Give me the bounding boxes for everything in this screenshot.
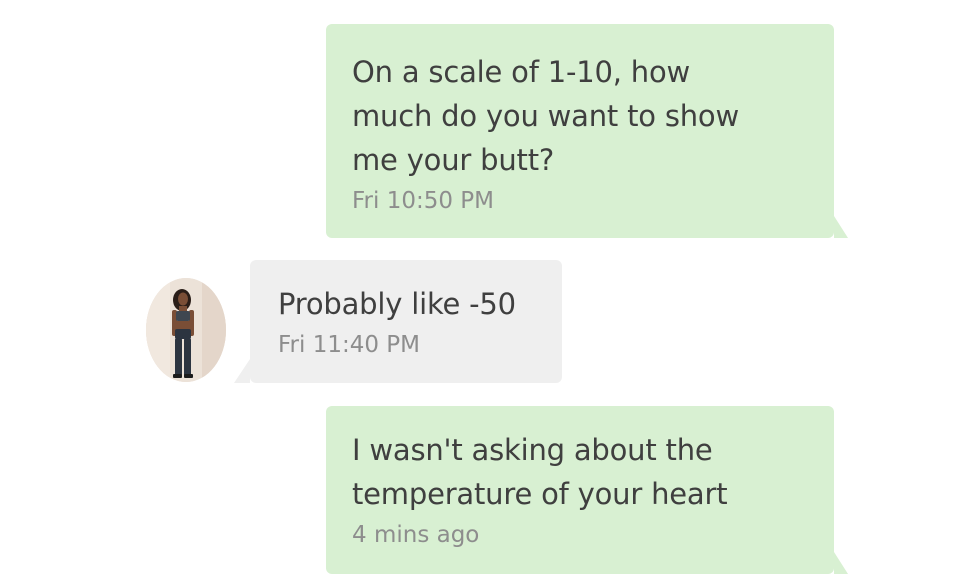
bubble-tail	[234, 359, 250, 383]
avatar-photo-icon	[146, 278, 226, 382]
received-message-bubble[interactable]: Probably like -50 Fri 11:40 PM	[234, 260, 562, 383]
message-text: Probably like -50	[278, 287, 516, 321]
message-text: On a scale of 1-10, how much do you want…	[352, 55, 739, 177]
bubble-tail	[834, 216, 848, 238]
contact-avatar[interactable]	[146, 278, 226, 382]
sent-message-bubble[interactable]: On a scale of 1-10, how much do you want…	[326, 24, 848, 238]
message-text: I wasn't asking about the temperature of…	[352, 433, 728, 511]
message-timestamp: Fri 10:50 PM	[352, 188, 495, 214]
message-timestamp: Fri 11:40 PM	[278, 332, 421, 358]
message-timestamp: 4 mins ago	[352, 522, 480, 548]
sent-message-bubble[interactable]: I wasn't asking about the temperature of…	[326, 406, 848, 574]
bubble-tail	[834, 552, 848, 574]
